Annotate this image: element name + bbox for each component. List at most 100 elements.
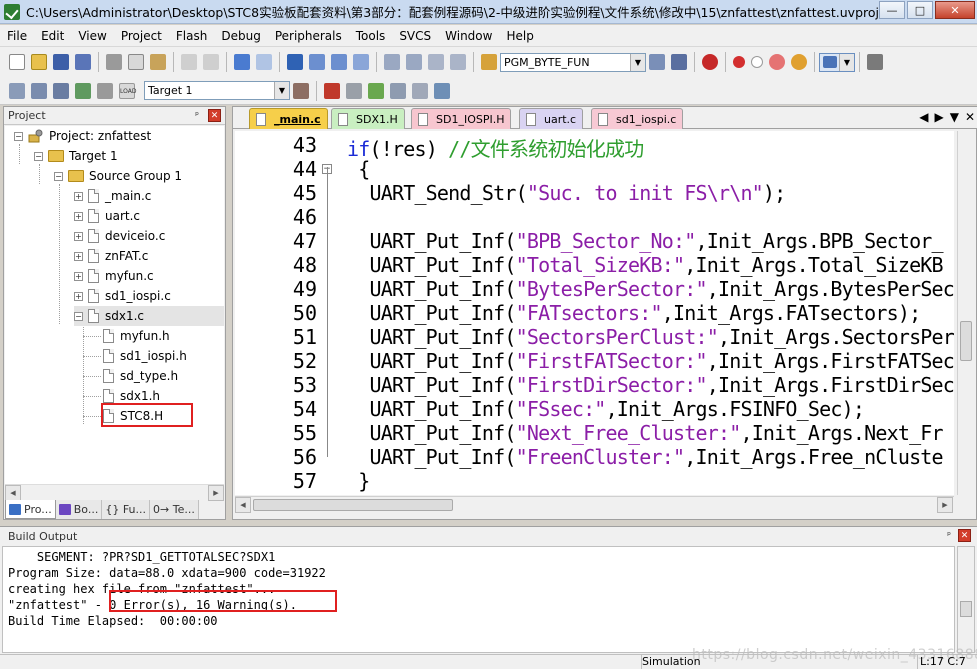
function-combo[interactable]: PGM_BYTE_FUN ▼ [500,52,646,72]
build-icon[interactable] [31,82,47,99]
new-file-icon[interactable] [9,54,25,70]
menu-help[interactable]: Help [499,29,540,43]
tab-sdx1-h[interactable]: SDX1.H [331,108,405,129]
target-options-icon[interactable] [293,82,309,99]
select-packs-icon[interactable] [368,82,384,99]
menu-flash[interactable]: Flash [169,29,214,43]
expand-icon[interactable]: + [74,191,83,201]
code-area[interactable]: 4344−4546474849505152535455565758 if(!re… [235,131,954,495]
collapse-icon[interactable]: − [54,171,63,181]
chevron-down-icon[interactable]: ▼ [274,82,289,99]
file-extensions-icon[interactable] [324,82,340,99]
editor-vscrollbar[interactable] [957,131,974,495]
collapse-icon[interactable]: − [74,311,83,321]
project-tree-hscrollbar[interactable]: ◀ ▶ [5,484,224,501]
menu-window[interactable]: Window [438,29,499,43]
tree-file-selected[interactable]: − sdx1.c [74,306,224,326]
menu-file[interactable]: File [0,29,34,43]
target-combo[interactable]: Target 1 ▼ [144,81,290,100]
pin-icon[interactable]: ᵖ [944,531,954,541]
save-all-icon[interactable] [75,54,91,70]
expand-icon[interactable]: + [74,271,83,281]
expand-icon[interactable]: + [74,211,83,221]
paste-icon[interactable] [150,54,166,70]
breakpoint-icon[interactable] [733,56,745,68]
tree-header-file[interactable]: myfun.h [103,326,170,346]
tab-books[interactable]: Bo... [55,500,103,519]
build-output-vscrollbar[interactable] [957,546,975,653]
open-folder-icon[interactable] [31,54,47,70]
find-icon[interactable] [649,54,665,70]
tab-sd1-iospi-c[interactable]: sd1_iospi.c [591,108,684,129]
pack-installer-icon[interactable] [434,82,450,99]
scroll-right-icon[interactable]: ▶ [208,485,224,501]
pin-icon[interactable]: ᵖ [192,111,202,121]
tree-header-file[interactable]: sd_type.h [103,366,178,386]
find-in-files-icon[interactable] [481,54,497,70]
undo-icon[interactable] [181,54,197,70]
rebuild-icon[interactable] [53,82,69,99]
download-load-icon[interactable]: LOAD [119,82,136,99]
minimize-button[interactable]: — [879,1,905,19]
close-icon[interactable]: ✕ [208,109,221,122]
tree-target[interactable]: − Target 1 [34,146,118,166]
redo-icon[interactable] [203,54,219,70]
scroll-thumb[interactable] [253,499,453,511]
debug-session-icon[interactable] [702,54,718,70]
tab-scroll-left-icon[interactable]: ◀ [919,110,928,124]
indent-icon[interactable] [384,54,400,70]
collapse-icon[interactable]: − [14,131,23,141]
maximize-button[interactable]: □ [907,1,933,19]
tree-file[interactable]: + myfun.c [74,266,154,286]
save-icon[interactable] [53,54,69,70]
tab-project[interactable]: Pro... [5,500,56,519]
menu-tools[interactable]: Tools [349,29,393,43]
stop-build-icon[interactable] [97,82,113,99]
cut-icon[interactable] [106,54,122,70]
expand-icon[interactable]: + [74,231,83,241]
next-bookmark-icon[interactable] [331,54,347,70]
nav-back-icon[interactable] [234,54,250,70]
menu-project[interactable]: Project [114,29,169,43]
menu-svcs[interactable]: SVCS [392,29,438,43]
clear-breakpoints-icon[interactable] [769,54,785,70]
tree-source-group[interactable]: − Source Group 1 [54,166,182,186]
collapse-icon[interactable]: − [34,151,43,161]
scroll-left-icon[interactable]: ◀ [5,485,21,501]
expand-icon[interactable]: + [74,291,83,301]
clear-bookmarks-icon[interactable] [353,54,369,70]
tree-file[interactable]: + _main.c [74,186,151,206]
expand-icon[interactable]: + [74,251,83,261]
uncomment-icon[interactable] [450,54,466,70]
kill-breakpoints-icon[interactable] [791,54,807,70]
tab-sd1-iospi-h[interactable]: SD1_IOSPI.H [411,108,512,129]
manage-project-items-icon[interactable] [346,82,362,99]
tree-file[interactable]: + deviceio.c [74,226,165,246]
menu-view[interactable]: View [71,29,113,43]
tree-project-root[interactable]: − Project: znfattest [14,126,151,146]
manage-components-icon[interactable] [390,82,406,99]
tab-scroll-right-icon[interactable]: ▶ [934,110,943,124]
scroll-right-icon[interactable]: ▶ [937,497,953,513]
close-icon[interactable]: ✕ [958,529,971,542]
incremental-find-icon[interactable] [671,54,687,70]
menu-debug[interactable]: Debug [214,29,267,43]
menu-edit[interactable]: Edit [34,29,71,43]
bookmark-icon[interactable] [287,54,303,70]
tab-list-icon[interactable]: ▼ [950,110,959,124]
window-layout-combo[interactable]: ▼ [819,52,855,72]
menu-peripherals[interactable]: Peripherals [268,29,349,43]
tab-templates[interactable]: 0→ Te... [150,500,199,519]
scroll-left-icon[interactable]: ◀ [235,497,251,513]
nav-forward-icon[interactable] [256,54,272,70]
comment-icon[interactable] [428,54,444,70]
scroll-thumb[interactable] [960,321,972,361]
editor-hscrollbar[interactable]: ◀ ▶ [235,496,954,513]
disable-breakpoint-icon[interactable] [751,56,763,68]
close-tab-icon[interactable]: ✕ [965,110,975,124]
copy-icon[interactable] [128,54,144,70]
close-window-button[interactable]: ✕ [935,1,975,19]
tree-file[interactable]: + znFAT.c [74,246,148,266]
chevron-down-icon[interactable]: ▼ [839,53,854,71]
chevron-down-icon[interactable]: ▼ [630,53,645,71]
